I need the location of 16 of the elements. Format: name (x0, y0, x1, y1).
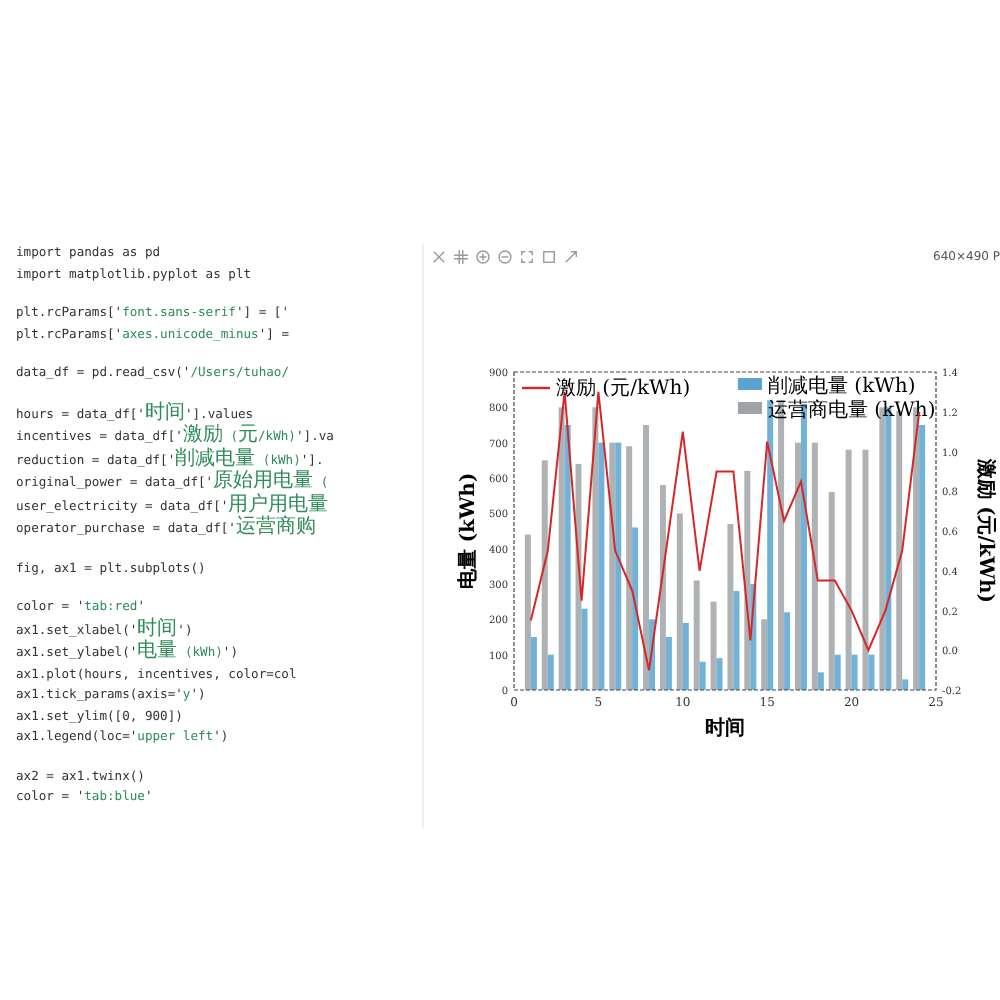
zoom-out-icon[interactable] (498, 249, 512, 263)
legend-swatch (738, 378, 762, 390)
legend-label: 激励 (元/kWh) (556, 378, 691, 400)
legend-swatch (738, 402, 762, 414)
square-icon[interactable] (542, 249, 556, 263)
y-axis-label: 激励 (元/kWh) (974, 458, 996, 604)
legend-label: 削减电量 (kWh) (768, 376, 916, 398)
grid-icon[interactable] (454, 249, 468, 263)
x-axis-label: 时间 (705, 718, 745, 740)
close-icon[interactable] (432, 249, 446, 263)
legend-label: 运营商电量 (kWh) (768, 400, 936, 422)
fit-icon[interactable] (520, 249, 534, 263)
expand-icon[interactable] (564, 249, 578, 263)
y-axis-label: 电量 (kWh) (458, 472, 480, 590)
legend-line-icon (522, 386, 550, 390)
zoom-in-icon[interactable] (476, 249, 490, 263)
